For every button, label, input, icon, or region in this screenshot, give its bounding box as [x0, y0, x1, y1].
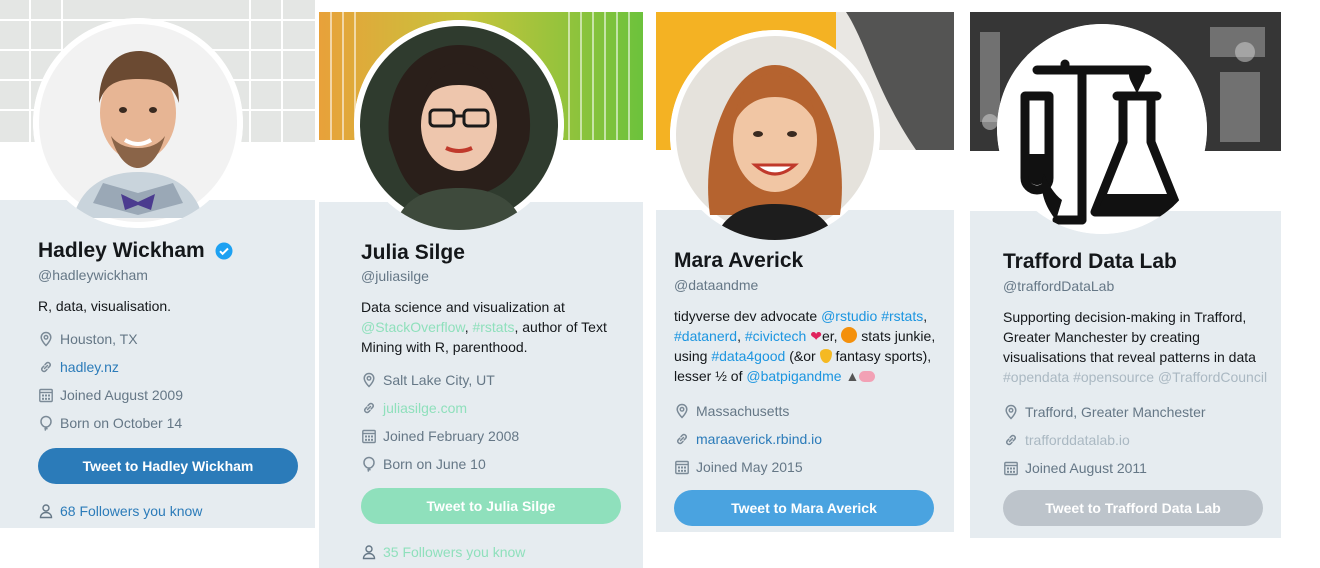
heart-emoji-icon: ❤	[810, 328, 822, 344]
balloon-icon	[38, 415, 54, 431]
medal-emoji-icon	[819, 349, 832, 363]
bio-mention-link[interactable]: @rstudio	[821, 308, 877, 324]
location-text: Houston, TX	[60, 331, 138, 347]
lab-equipment-logo	[997, 24, 1207, 234]
location-text: Salt Lake City, UT	[383, 372, 495, 388]
tweet-to-button[interactable]: Tweet to Hadley Wickham	[38, 448, 298, 484]
tweet-to-button[interactable]: Tweet to Trafford Data Lab	[1003, 490, 1263, 526]
profile-name[interactable]: Trafford Data Lab	[1003, 250, 1177, 274]
person-icon	[38, 503, 54, 519]
balloon-icon	[361, 456, 377, 472]
bio-text: Supporting decision-making in Trafford, …	[1003, 309, 1256, 365]
joined-text: Joined February 2008	[383, 428, 520, 444]
website-link[interactable]: hadley.nz	[60, 359, 119, 375]
bio-text: er,	[821, 328, 838, 344]
bio-text: (&or	[785, 348, 820, 364]
joined-text: Joined August 2009	[60, 387, 183, 403]
bio-mention-link[interactable]: @batpigandme	[746, 368, 841, 384]
bio-text: ,	[737, 328, 745, 344]
avatar[interactable]	[997, 24, 1207, 234]
link-icon	[1003, 432, 1019, 448]
profile-location: Trafford, Greater Manchester	[1003, 404, 1206, 420]
link-icon	[38, 359, 54, 375]
profile-location: Massachusetts	[674, 403, 789, 419]
calendar-icon	[674, 459, 690, 475]
profile-location: Salt Lake City, UT	[361, 372, 495, 388]
avatar[interactable]	[670, 30, 880, 240]
pig-nose-emoji-icon	[859, 371, 876, 382]
link-icon	[674, 431, 690, 447]
website-link[interactable]: maraaverick.rbind.io	[696, 431, 822, 447]
followers-you-know-link[interactable]: 68 Followers you know	[60, 503, 202, 519]
bio-hashtag-link[interactable]: #civictech	[745, 328, 806, 344]
profile-location: Houston, TX	[38, 331, 138, 347]
basketball-emoji-icon	[841, 327, 858, 343]
website-link[interactable]: juliasilge.com	[383, 400, 467, 416]
location-pin-icon	[38, 331, 54, 347]
bio-mention-link[interactable]: @StackOverflow	[361, 319, 465, 335]
tweet-to-button[interactable]: Tweet to Mara Averick	[674, 490, 934, 526]
profile-bio: Data science and visualization at @Stack…	[361, 297, 623, 357]
joined-text: Joined August 2011	[1025, 460, 1147, 476]
profile-born: Born on June 10	[361, 456, 486, 472]
calendar-icon	[1003, 460, 1019, 476]
profile-handle[interactable]: @traffordDataLab	[1003, 278, 1114, 294]
profile-website[interactable]: juliasilge.com	[361, 400, 467, 416]
avatar[interactable]	[33, 18, 243, 228]
profile-website[interactable]: hadley.nz	[38, 359, 119, 375]
followers-you-know[interactable]: 35 Followers you know	[361, 544, 525, 560]
bio-hashtag-link[interactable]: #rstats	[472, 319, 514, 335]
location-text: Massachusetts	[696, 403, 790, 419]
calendar-icon	[38, 387, 54, 403]
followers-you-know[interactable]: 68 Followers you know	[38, 503, 202, 519]
profile-joined: Joined February 2008	[361, 428, 519, 444]
profile-born: Born on October 14	[38, 415, 182, 431]
profile-bio: Supporting decision-making in Trafford, …	[1003, 307, 1271, 387]
bio-hashtag-link[interactable]: #rstats	[881, 308, 923, 324]
bat-emoji-icon: ▲	[845, 368, 860, 384]
joined-text: Joined May 2015	[696, 459, 803, 475]
profile-card-mara: Mara Averick @dataandme tidyverse dev ad…	[656, 12, 954, 532]
profile-bio: tidyverse dev advocate @rstudio #rstats,…	[674, 306, 942, 386]
followers-you-know-link[interactable]: 35 Followers you know	[383, 544, 525, 560]
profile-card-hadley: Hadley Wickham @hadleywickham R, data, v…	[0, 0, 315, 528]
bio-text: tidyverse dev advocate	[674, 308, 822, 324]
bio-tags[interactable]: #opendata #opensource @TraffordCouncil	[1003, 369, 1267, 385]
location-pin-icon	[674, 403, 690, 419]
location-pin-icon	[1003, 404, 1019, 420]
profile-joined: Joined August 2009	[38, 387, 183, 403]
profile-name[interactable]: Mara Averick	[674, 249, 803, 273]
profile-joined: Joined August 2011	[1003, 460, 1147, 476]
profile-bio: R, data, visualisation.	[38, 298, 172, 314]
location-text: Trafford, Greater Manchester	[1025, 404, 1206, 420]
link-icon	[361, 400, 377, 416]
profile-handle[interactable]: @dataandme	[674, 277, 758, 293]
born-text: Born on October 14	[60, 415, 183, 431]
profile-name[interactable]: Julia Silge	[361, 241, 465, 265]
profile-website[interactable]: trafforddatalab.io	[1003, 432, 1130, 448]
profile-name-text[interactable]: Hadley Wickham	[38, 239, 205, 262]
profile-joined: Joined May 2015	[674, 459, 803, 475]
profile-card-julia: Julia Silge @juliasilge Data science and…	[319, 12, 643, 568]
profile-website[interactable]: maraaverick.rbind.io	[674, 431, 822, 447]
profile-handle[interactable]: @hadleywickham	[38, 267, 148, 283]
bio-hashtag-link[interactable]: #datanerd	[674, 328, 737, 344]
bio-text: ,	[923, 308, 928, 324]
bio-hashtag-link[interactable]: #data4good	[711, 348, 785, 364]
location-pin-icon	[361, 372, 377, 388]
website-link[interactable]: trafforddatalab.io	[1025, 432, 1130, 448]
profile-handle[interactable]: @juliasilge	[361, 268, 429, 284]
profile-name[interactable]: Hadley Wickham	[38, 239, 233, 263]
person-icon	[361, 544, 377, 560]
profile-card-trafford: Trafford Data Lab @traffordDataLab Suppo…	[970, 12, 1281, 538]
tweet-to-button[interactable]: Tweet to Julia Silge	[361, 488, 621, 524]
verified-badge-icon	[215, 242, 233, 260]
born-text: Born on June 10	[383, 456, 486, 472]
bio-text: Data science and visualization at	[361, 299, 565, 315]
calendar-icon	[361, 428, 377, 444]
avatar[interactable]	[354, 20, 564, 230]
